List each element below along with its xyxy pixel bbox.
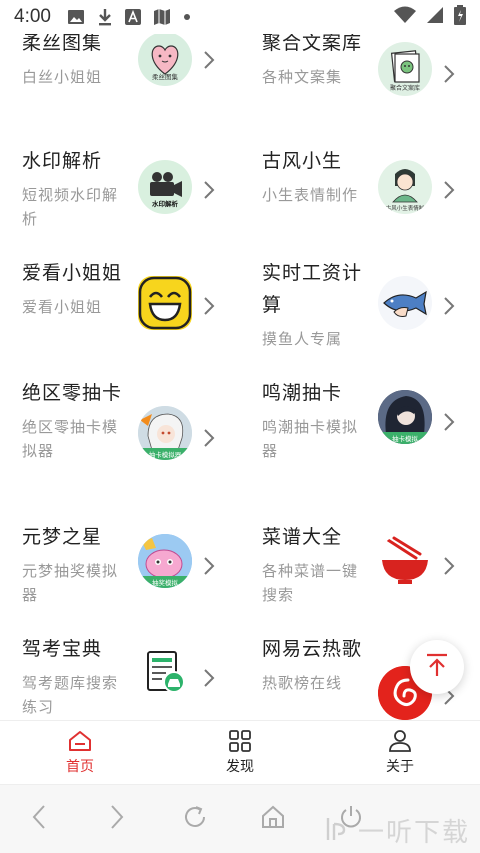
wuthering-gacha-icon: 抽卡模拟 — [378, 390, 432, 444]
tool-list[interactable]: 柔丝图集 白丝小姐姐 柔丝图集 聚合文案库 各种文案集 聚合文案库 水印解析 短… — [0, 0, 480, 720]
tool-title: 古风小生 — [262, 151, 343, 172]
signal-icon — [426, 6, 444, 28]
chevron-right-icon — [442, 180, 456, 200]
watermark-parse-icon: 水印解析 — [138, 160, 192, 214]
silk-gallery-icon-label: 柔丝图集 — [152, 72, 179, 81]
tool-title: 爱看小姐姐 — [22, 263, 123, 284]
tab-about[interactable]: 关于 — [320, 721, 480, 784]
status-time: 4:00 — [14, 6, 51, 27]
user-icon — [388, 729, 412, 756]
watermark-logo-icon — [322, 814, 352, 848]
forward-button[interactable] — [78, 804, 156, 834]
wifi-icon — [394, 6, 416, 28]
tool-title: 驾考宝典 — [22, 639, 103, 660]
download-icon — [97, 8, 113, 26]
fish-icon — [378, 276, 432, 330]
noodle-bowl-icon — [378, 534, 432, 588]
tool-card-ancient-style[interactable]: 古风小生 小生表情制作 古风小生表情制 — [240, 146, 480, 276]
tool-title: 网易云热歌 — [262, 639, 363, 660]
tool-card-zzz-gacha[interactable]: 绝区零抽卡 绝区零抽卡模拟器 抽卡模拟器 — [0, 378, 240, 508]
tool-desc: 热歌榜在线 — [262, 675, 343, 692]
zzz-gacha-icon-label: 抽卡模拟器 — [149, 450, 182, 459]
chevron-right-icon — [202, 50, 216, 70]
home-icon — [260, 804, 286, 834]
tool-title: 实时工资计算 — [262, 263, 363, 316]
tool-title: 菜谱大全 — [262, 527, 343, 548]
tool-desc: 各种文案集 — [262, 69, 343, 86]
tool-desc: 各种菜谱一键搜索 — [262, 563, 359, 604]
copywriting-icon-label: 聚合文案库 — [390, 84, 420, 92]
driving-test-icon — [138, 646, 192, 700]
tool-card-silk-gallery[interactable]: 柔丝图集 白丝小姐姐 柔丝图集 — [0, 28, 240, 158]
watermark: 一听下载 — [322, 812, 470, 849]
yuanmeng-icon: 抽奖模拟 — [138, 534, 192, 588]
bottom-tab-bar: 首页 发现 关于 — [0, 720, 480, 784]
tool-card-yuanmeng[interactable]: 元梦之星 元梦抽奖模拟器 抽奖模拟 — [0, 522, 240, 652]
yuanmeng-icon-label: 抽奖模拟 — [152, 578, 179, 587]
tool-desc: 绝区零抽卡模拟器 — [22, 419, 119, 460]
chevron-right-icon — [202, 556, 216, 576]
tab-discover[interactable]: 发现 — [160, 721, 320, 784]
chevron-right-icon — [202, 668, 216, 688]
tool-title: 绝区零抽卡 — [22, 383, 123, 404]
tab-label: 发现 — [226, 757, 254, 774]
chevron-right-icon — [442, 412, 456, 432]
image-icon — [67, 9, 85, 25]
tool-card-recipes[interactable]: 菜谱大全 各种菜谱一键搜索 — [240, 522, 480, 652]
chevron-right-icon — [442, 296, 456, 316]
tool-desc: 短视频水印解析 — [22, 187, 119, 228]
zzz-gacha-icon: 抽卡模拟器 — [138, 406, 192, 460]
ancient-style-icon-label: 古风小生表情制 — [386, 204, 425, 212]
tool-card-watermark-parse[interactable]: 水印解析 短视频水印解析 水印解析 — [0, 146, 240, 276]
watermark-text: 一听下载 — [358, 818, 471, 848]
home-button[interactable] — [234, 804, 312, 834]
tool-desc: 白丝小姐姐 — [22, 69, 103, 86]
grid-icon — [228, 729, 252, 756]
battery-icon — [454, 5, 466, 29]
tab-label: 首页 — [66, 757, 94, 774]
tool-desc: 摸鱼人专属 — [262, 331, 343, 348]
tool-title: 水印解析 — [22, 151, 103, 172]
tool-title: 鸣潮抽卡 — [262, 383, 343, 404]
tab-home[interactable]: 首页 — [0, 721, 160, 784]
forward-icon — [109, 804, 125, 834]
chevron-right-icon — [202, 296, 216, 316]
chevron-right-icon — [442, 64, 456, 84]
tool-title: 元梦之星 — [22, 527, 103, 548]
back-icon — [31, 804, 47, 834]
chevron-right-icon — [442, 556, 456, 576]
tool-desc: 小生表情制作 — [262, 187, 359, 204]
silk-gallery-icon: 柔丝图集 — [138, 32, 192, 86]
tool-card-laughing-face[interactable]: 爱看小姐姐 爱看小姐姐 — [0, 258, 240, 388]
tool-desc: 元梦抽奖模拟器 — [22, 563, 119, 604]
wuthering-gacha-icon-label: 抽卡模拟 — [392, 434, 419, 443]
ancient-style-icon: 古风小生表情制 — [378, 160, 432, 214]
tool-desc: 爱看小姐姐 — [22, 299, 103, 316]
scroll-to-top-button[interactable] — [410, 640, 464, 694]
tool-desc: 驾考题库搜索练习 — [22, 675, 119, 716]
chevron-right-icon — [202, 428, 216, 448]
watermark-parse-icon-label: 水印解析 — [152, 199, 179, 208]
map-icon — [153, 9, 171, 25]
refresh-icon — [182, 804, 208, 834]
tool-card-copywriting[interactable]: 聚合文案库 各种文案集 聚合文案库 — [240, 28, 480, 158]
tool-card-wuthering-gacha[interactable]: 鸣潮抽卡 鸣潮抽卡模拟器 抽卡模拟 — [240, 378, 480, 508]
arrow-up-icon — [424, 652, 450, 682]
copywriting-icon: 聚合文案库 — [378, 42, 432, 96]
back-button[interactable] — [0, 804, 78, 834]
status-bar: 4:00 — [0, 0, 480, 34]
refresh-button[interactable] — [156, 804, 234, 834]
laughing-face-icon — [138, 276, 192, 330]
chevron-right-icon — [202, 180, 216, 200]
tool-card-driving-test[interactable]: 驾考宝典 驾考题库搜索练习 — [0, 634, 240, 720]
dot-icon — [183, 13, 191, 21]
tool-card-salary-calc[interactable]: 实时工资计算 摸鱼人专属 — [240, 258, 480, 388]
tool-desc: 鸣潮抽卡模拟器 — [262, 419, 359, 460]
tab-label: 关于 — [386, 757, 414, 774]
font-icon — [124, 9, 141, 25]
home-icon — [68, 730, 92, 756]
